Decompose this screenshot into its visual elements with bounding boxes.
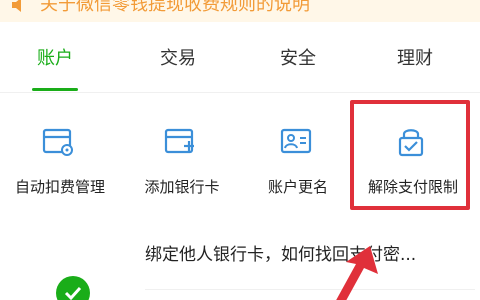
wechat-account-page: 关于微信零钱提现收费规则的说明 账户 交易 安全 理财 自动扣费管理 添加银行卡… <box>0 0 480 300</box>
notice-bar[interactable]: 关于微信零钱提现收费规则的说明 <box>0 0 480 22</box>
tab-security[interactable]: 安全 <box>238 44 358 70</box>
auto-deduct-label: 自动扣费管理 <box>14 178 105 196</box>
add-card-label: 添加银行卡 <box>144 178 220 196</box>
add-card-button[interactable]: 添加银行卡 <box>122 112 242 212</box>
auto-deduct-icon <box>42 128 73 156</box>
notice-text: 关于微信零钱提现收费规则的说明 <box>40 0 310 15</box>
rename-account-icon <box>280 128 312 154</box>
auto-deduct-button[interactable]: 自动扣费管理 <box>0 112 120 212</box>
rename-account-label: 账户更名 <box>267 178 328 196</box>
tab-account[interactable]: 账户 <box>0 44 115 70</box>
status-check-icon <box>56 276 90 300</box>
speaker-icon <box>12 0 21 12</box>
list-divider <box>145 289 475 290</box>
active-tab-indicator <box>32 88 78 91</box>
rename-account-button[interactable]: 账户更名 <box>238 112 358 212</box>
tab-transactions[interactable]: 交易 <box>118 44 238 70</box>
tab-bar: 账户 交易 安全 理财 <box>0 22 480 92</box>
add-card-icon <box>164 128 194 154</box>
red-arrow-icon <box>336 246 378 300</box>
tabs-divider <box>0 92 480 93</box>
list-item[interactable]: 绑定他人银行卡，如何找回支付密... <box>145 240 465 280</box>
highlight-box <box>350 100 470 210</box>
tab-wealth[interactable]: 理财 <box>355 44 475 70</box>
checkmark-icon <box>64 286 82 300</box>
